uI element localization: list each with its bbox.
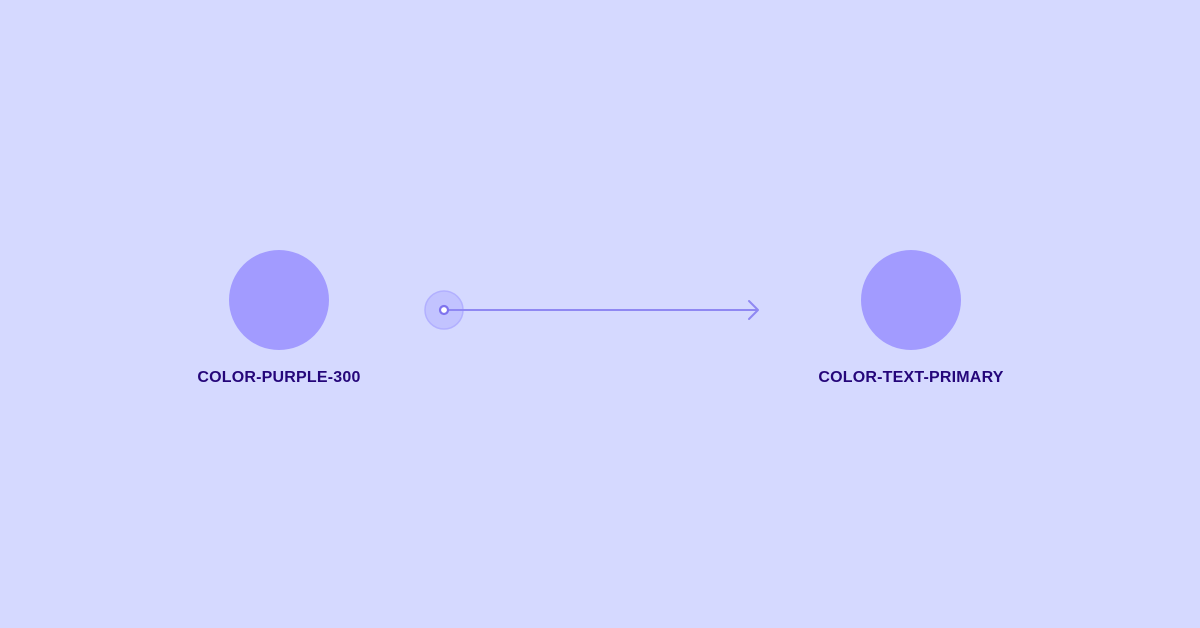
connector-anchor-dot bbox=[438, 304, 450, 316]
source-token-label: COLOR-PURPLE-300 bbox=[197, 369, 361, 386]
source-color-swatch bbox=[229, 250, 329, 350]
diagram-canvas: COLOR-PURPLE-300 COLOR-TEXT-PRIMARY bbox=[0, 0, 1200, 628]
target-token-node[interactable]: COLOR-TEXT-PRIMARY bbox=[791, 250, 1031, 387]
target-token-label: COLOR-TEXT-PRIMARY bbox=[818, 369, 1004, 386]
source-token-node[interactable]: COLOR-PURPLE-300 bbox=[159, 250, 399, 387]
connector-arrow[interactable] bbox=[420, 286, 765, 334]
target-color-swatch bbox=[861, 250, 961, 350]
